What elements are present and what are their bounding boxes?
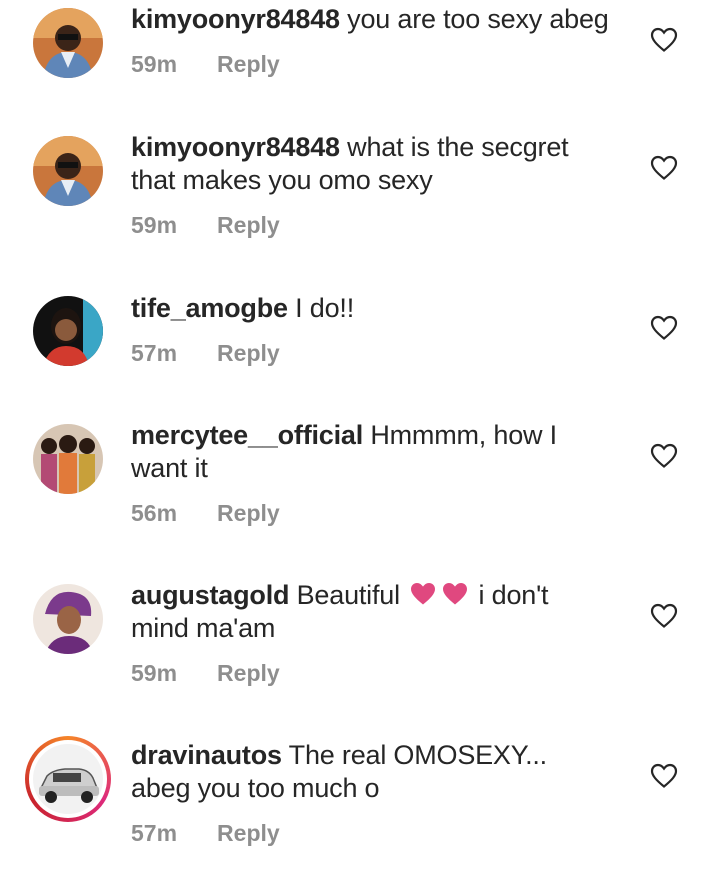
comment-username[interactable]: kimyoonyr84848 (131, 4, 340, 34)
comment-text: kimyoonyr84848 what is the secgret that … (131, 131, 601, 197)
comment-body: you are too sexy abeg (347, 4, 609, 34)
reply-button[interactable]: Reply (217, 340, 280, 366)
comment-username[interactable]: tife_amogbe (131, 293, 288, 323)
comment-meta: 56m Reply (131, 500, 280, 527)
comment-timestamp: 59m (131, 212, 178, 238)
avatar[interactable] (33, 584, 103, 654)
comment-text: augustagold Beautiful i don't mind ma'am (131, 579, 601, 645)
reply-button[interactable]: Reply (217, 51, 280, 77)
comment-meta: 59m Reply (131, 660, 280, 687)
like-heart-icon[interactable] (650, 763, 678, 789)
comment-text: kimyoonyr84848 you are too sexy abeg (131, 3, 631, 36)
avatar (29, 740, 107, 818)
reply-button[interactable]: Reply (217, 500, 280, 526)
avatar[interactable] (33, 296, 103, 366)
comment-timestamp: 59m (131, 660, 178, 686)
comment-timestamp: 57m (131, 820, 178, 846)
avatar[interactable] (33, 8, 103, 78)
comment-meta: 59m Reply (131, 212, 280, 239)
reply-button[interactable]: Reply (217, 212, 280, 238)
comment-timestamp: 57m (131, 340, 178, 366)
comment-timestamp: 56m (131, 500, 178, 526)
like-heart-icon[interactable] (650, 443, 678, 469)
comment-body: Beautiful (296, 580, 400, 610)
reply-button[interactable]: Reply (217, 660, 280, 686)
comment-body: I do!! (295, 293, 354, 323)
comment-text: mercytee__official Hmmmm, how I want it (131, 419, 601, 485)
comment-username[interactable]: kimyoonyr84848 (131, 132, 340, 162)
comment-username[interactable]: augustagold (131, 580, 290, 610)
like-heart-icon[interactable] (650, 155, 678, 181)
comment-text: tife_amogbe I do!! (131, 292, 631, 325)
comment-username[interactable]: dravinautos (131, 740, 282, 770)
pink-heart-icon (443, 583, 468, 605)
avatar[interactable] (33, 136, 103, 206)
comment-timestamp: 59m (131, 51, 178, 77)
like-heart-icon[interactable] (650, 27, 678, 53)
comment-meta: 59m Reply (131, 51, 280, 78)
comment-username[interactable]: mercytee__official (131, 420, 363, 450)
like-heart-icon[interactable] (650, 603, 678, 629)
comment-meta: 57m Reply (131, 820, 280, 847)
comment-text: dravinautos The real OMOSEXY... abeg you… (131, 739, 601, 805)
avatar-story-ring[interactable] (25, 736, 111, 822)
pink-heart-icon (411, 583, 436, 605)
comment-meta: 57m Reply (131, 340, 280, 367)
reply-button[interactable]: Reply (217, 820, 280, 846)
like-heart-icon[interactable] (650, 315, 678, 341)
avatar[interactable] (33, 424, 103, 494)
